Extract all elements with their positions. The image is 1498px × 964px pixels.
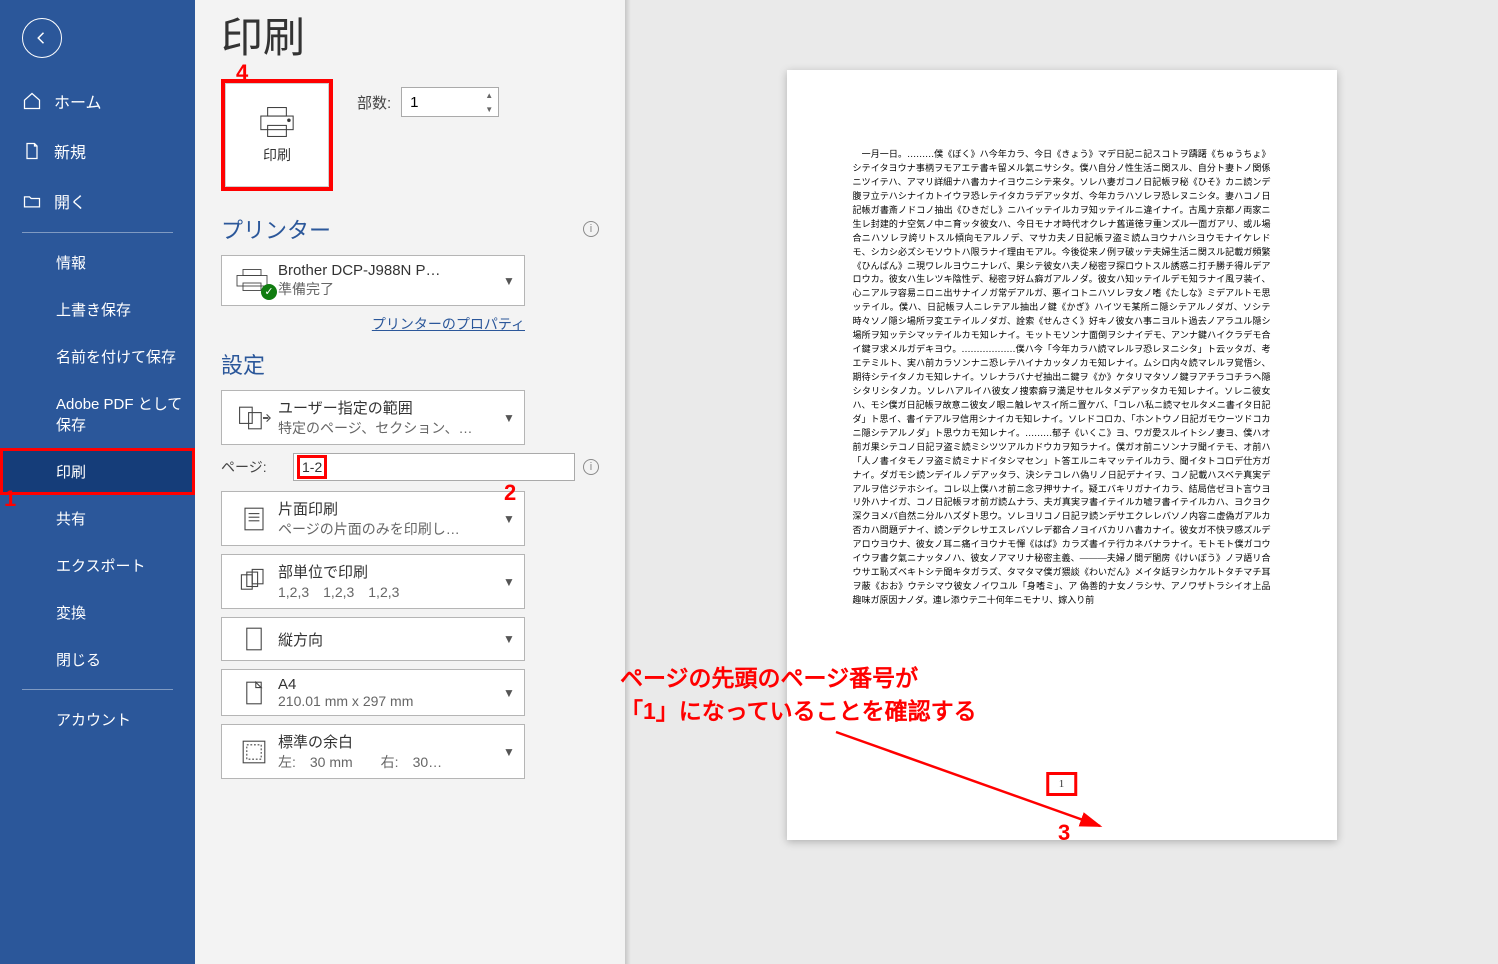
paper-icon <box>236 678 272 708</box>
sidebar-item-label: 印刷 <box>56 461 86 482</box>
printer-name: Brother DCP-J988N P… <box>278 262 500 279</box>
sidebar-item-saveas[interactable]: 名前を付けて保存 <box>0 333 195 380</box>
sidebar-item-save-pdf[interactable]: Adobe PDF として保存 <box>0 380 195 448</box>
nav-separator <box>22 689 173 690</box>
sidebar-item-account[interactable]: アカウント <box>0 696 195 743</box>
chevron-down-icon: ▼ <box>500 575 518 589</box>
collate-selector[interactable]: 部単位で印刷 1,2,3 1,2,3 1,2,3 ▼ <box>221 554 525 609</box>
chevron-down-icon: ▼ <box>500 745 518 759</box>
printer-selector[interactable]: ✓ Brother DCP-J988N P… 準備完了 ▼ <box>221 255 525 306</box>
sidebar-item-label: ホーム <box>54 89 102 113</box>
portrait-icon <box>236 624 272 654</box>
sidebar-item-label: 上書き保存 <box>56 299 131 320</box>
preview-page-number: 1 <box>1046 772 1078 796</box>
printer-icon <box>256 105 298 139</box>
sidebar-item-print[interactable]: 印刷 <box>0 448 195 495</box>
duplex-selector[interactable]: 片面印刷 ページの片面のみを印刷し… ▼ <box>221 491 525 546</box>
sidebar-item-label: 情報 <box>56 252 86 273</box>
info-icon[interactable]: i <box>583 221 599 237</box>
print-settings-column: 印刷 印刷 部数: ▲▼ <box>195 0 625 964</box>
home-icon <box>22 91 42 111</box>
nav-separator <box>22 232 173 233</box>
printer-device-icon: ✓ <box>234 265 274 297</box>
orientation-selector[interactable]: 縦方向 ▼ <box>221 617 525 661</box>
arrow-left-icon <box>33 29 51 47</box>
new-doc-icon <box>22 141 42 161</box>
sidebar-item-label: 共有 <box>56 508 86 529</box>
pages-input[interactable] <box>293 453 575 481</box>
print-button[interactable]: 印刷 <box>221 79 333 191</box>
sidebar-item-export[interactable]: エクスポート <box>0 542 195 589</box>
single-side-icon <box>236 504 272 534</box>
margins-selector[interactable]: 標準の余白 左: 30 mm 右: 30… ▼ <box>221 724 525 779</box>
collate-icon <box>236 567 272 597</box>
back-button[interactable] <box>22 18 62 58</box>
paper-size-selector[interactable]: A4 210.01 mm x 297 mm ▼ <box>221 669 525 716</box>
preview-page: 一月一日。………僕《ぼく》ハ今年カラ、今日《きょう》マデ日記ニ記スコトヲ躊躇《ち… <box>787 70 1337 840</box>
sidebar-item-label: アカウント <box>56 709 131 730</box>
status-ok-icon: ✓ <box>261 284 277 300</box>
print-preview-area: 一月一日。………僕《ぼく》ハ今年カラ、今日《きょう》マデ日記ニ記スコトヲ躊躇《ち… <box>625 0 1498 964</box>
margins-icon <box>236 737 272 767</box>
page-title: 印刷 <box>221 4 599 65</box>
chevron-down-icon: ▼ <box>500 632 518 646</box>
chevron-down-icon: ▼ <box>500 274 518 288</box>
settings-section-title: 設定 <box>221 348 599 380</box>
sidebar-item-home[interactable]: ホーム <box>0 76 195 126</box>
sidebar-item-label: 名前を付けて保存 <box>56 346 176 367</box>
sidebar-item-share[interactable]: 共有 <box>0 495 195 542</box>
copies-spinner[interactable]: ▲▼ <box>480 88 498 116</box>
sidebar-item-open[interactable]: 開く <box>0 176 195 226</box>
backstage-sidebar: ホーム 新規 開く 情報 上書き保存 名前を付けて保存 Adobe PDF とし… <box>0 0 195 964</box>
print-range-selector[interactable]: ユーザー指定の範囲 特定のページ、セクション、… ▼ <box>221 390 525 445</box>
sidebar-item-transform[interactable]: 変換 <box>0 589 195 636</box>
chevron-down-icon: ▼ <box>500 512 518 526</box>
sidebar-item-label: 変換 <box>56 602 86 623</box>
sidebar-item-close[interactable]: 閉じる <box>0 636 195 683</box>
sidebar-item-label: 新規 <box>54 139 86 163</box>
sidebar-item-label: 開く <box>54 189 86 213</box>
sidebar-item-label: エクスポート <box>56 555 146 576</box>
folder-open-icon <box>22 191 42 211</box>
printer-status: 準備完了 <box>278 279 500 299</box>
sidebar-item-info[interactable]: 情報 <box>0 239 195 286</box>
sidebar-item-label: 閉じる <box>56 649 101 670</box>
chevron-down-icon: ▼ <box>500 686 518 700</box>
sidebar-item-label: Adobe PDF として保存 <box>56 393 185 435</box>
sidebar-item-new[interactable]: 新規 <box>0 126 195 176</box>
print-button-label: 印刷 <box>263 145 291 165</box>
printer-section-title: プリンター i <box>221 213 599 245</box>
sidebar-item-save[interactable]: 上書き保存 <box>0 286 195 333</box>
printer-properties-link[interactable]: プリンターのプロパティ <box>372 316 525 332</box>
chevron-down-icon: ▼ <box>500 411 518 425</box>
copies-label: 部数: <box>357 92 391 113</box>
pages-label: ページ: <box>221 457 285 477</box>
pages-range-icon <box>236 403 272 433</box>
info-icon[interactable]: i <box>583 459 599 475</box>
preview-body-text: 一月一日。………僕《ぼく》ハ今年カラ、今日《きょう》マデ日記ニ記スコトヲ躊躇《ち… <box>853 148 1271 608</box>
